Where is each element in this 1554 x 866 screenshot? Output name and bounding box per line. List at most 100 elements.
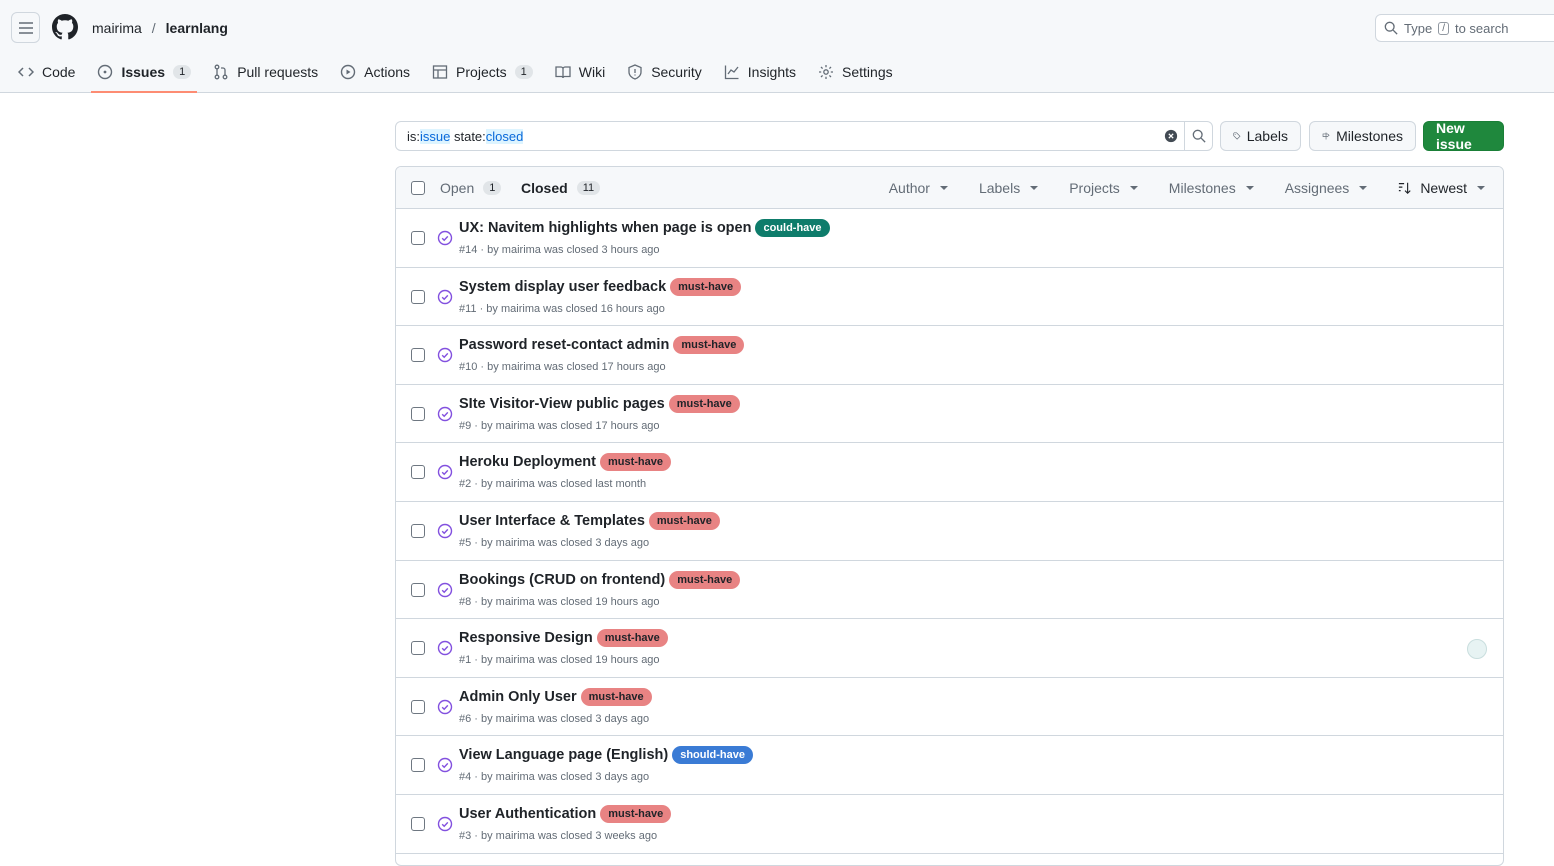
github-logo-icon[interactable] (52, 14, 78, 40)
triangle-down-icon (1030, 185, 1039, 190)
tab-issues[interactable]: Issues 1 (91, 58, 197, 93)
labels-button[interactable]: Labels (1220, 121, 1301, 151)
issue-label[interactable]: must-have (673, 336, 745, 355)
issue-checkbox[interactable] (411, 523, 425, 538)
filter-query[interactable]: is:issue state:closed (396, 128, 1158, 144)
issue-row[interactable]: System display user feedback must-have #11… (396, 268, 1503, 327)
issue-checkbox[interactable] (411, 465, 425, 480)
issue-label[interactable]: must-have (668, 394, 740, 413)
issue-row[interactable]: Admin Only User must-have #6 · by mairima … (396, 678, 1503, 737)
menu-button[interactable] (11, 12, 40, 43)
issue-label[interactable]: must-have (599, 453, 672, 472)
closed-label: Closed (521, 179, 568, 196)
projects-filter[interactable]: Projects (1069, 180, 1138, 196)
issue-checkbox[interactable] (411, 758, 425, 773)
clear-filter-button[interactable] (1158, 129, 1184, 143)
graph-icon (724, 65, 739, 80)
issue-label[interactable]: could-have (755, 219, 830, 237)
issue-title[interactable]: User Authentication (459, 806, 596, 822)
closed-issues-toggle[interactable]: Closed 11 (521, 179, 601, 196)
author-filter[interactable]: Author (889, 180, 948, 196)
tab-wiki[interactable]: Wiki (555, 58, 605, 86)
issue-filter-input[interactable]: is:issue state:closed (395, 121, 1213, 151)
open-issues-toggle[interactable]: Open 1 (440, 179, 502, 196)
assignee-avatar[interactable] (1467, 639, 1487, 660)
issue-row[interactable]: Bookings (CRUD on frontend) must-have #8 ·… (396, 561, 1503, 620)
breadcrumb: mairima / learnlang (92, 20, 228, 36)
issue-title[interactable]: UX: Navitem highlights when page is open (459, 220, 751, 236)
issue-row[interactable]: View Language page (English) should-have #… (396, 736, 1503, 795)
issue-row[interactable]: SIte Visitor-View public pages must-have #… (396, 385, 1503, 444)
assignees-filter[interactable]: Assignees (1285, 180, 1368, 196)
tab-label: Wiki (578, 64, 606, 80)
breadcrumb-repo[interactable]: learnlang (166, 20, 228, 36)
breadcrumb-owner[interactable]: mairima (92, 20, 142, 36)
issue-row[interactable]: Heroku Deployment must-have #2 · by mairim… (396, 443, 1503, 502)
issue-checkbox[interactable] (411, 348, 425, 363)
issue-meta: #9 · by mairima was closed 17 hours ago (459, 419, 660, 432)
milestones-button[interactable]: Milestones (1309, 121, 1416, 151)
tab-projects[interactable]: Projects 1 (432, 58, 533, 86)
select-all-checkbox[interactable] (411, 180, 425, 195)
tab-security[interactable]: Security (627, 58, 702, 86)
tab-actions[interactable]: Actions (340, 58, 410, 86)
issue-title-line: Heroku Deployment must-have (459, 453, 672, 472)
milestones-filter[interactable]: Milestones (1169, 180, 1254, 196)
issue-checkbox[interactable] (411, 699, 425, 714)
issue-title[interactable]: Heroku Deployment (459, 454, 596, 470)
filter-label: Assignees (1284, 179, 1350, 196)
tab-code[interactable]: Code (18, 58, 75, 86)
open-label: Open (440, 179, 475, 196)
issue-label[interactable]: must-have (580, 687, 652, 706)
issue-title[interactable]: Responsive Design (459, 630, 593, 646)
tab-label: Settings (842, 64, 893, 80)
issue-row[interactable]: User Interface & Templates must-have #5 · … (396, 502, 1503, 561)
issue-checkbox[interactable] (411, 406, 425, 421)
list-filters: Author Labels Projects Milestones Assign… (858, 180, 1485, 196)
issue-closed-icon (437, 230, 453, 246)
tab-pull-requests[interactable]: Pull requests (213, 58, 318, 86)
issue-title[interactable]: Password reset-contact admin (459, 337, 669, 353)
tab-settings[interactable]: Settings (818, 58, 893, 86)
hamburger-icon (18, 21, 33, 34)
issue-title[interactable]: Bookings (CRUD on frontend) (459, 572, 665, 588)
new-issue-button[interactable]: New issue (1423, 120, 1504, 152)
issue-title[interactable]: SIte Visitor-View public pages (459, 396, 665, 412)
tab-insights[interactable]: Insights (724, 58, 796, 86)
issue-title[interactable]: System display user feedback (459, 279, 666, 295)
global-search-input[interactable]: Type / to search (1375, 14, 1554, 42)
issue-label[interactable]: should-have (672, 746, 754, 765)
issue-checkbox[interactable] (411, 231, 425, 245)
sort-dropdown[interactable]: Newest (1398, 180, 1485, 196)
issue-label[interactable]: must-have (596, 629, 668, 648)
milestones-button-label: Milestones (1336, 128, 1403, 144)
triangle-down-icon (939, 185, 948, 190)
tag-icon (1233, 132, 1241, 140)
issue-row[interactable]: UX: Navitem highlights when page is open… (396, 209, 1503, 268)
issue-checkbox[interactable] (411, 289, 425, 304)
filter-search-button[interactable] (1184, 122, 1212, 150)
issue-label[interactable]: must-have (648, 511, 720, 530)
filter-label: Projects (1069, 179, 1120, 196)
issue-title[interactable]: User Interface & Templates (459, 513, 645, 529)
issue-opened-icon (98, 64, 113, 80)
issues-list: Open 1 Closed 11 Author Labels Projects … (395, 166, 1504, 866)
issue-label[interactable]: must-have (600, 804, 672, 823)
labels-filter[interactable]: Labels (979, 180, 1039, 196)
play-icon (340, 64, 356, 80)
issue-title[interactable]: View Language page (English) (459, 747, 668, 763)
issue-checkbox[interactable] (411, 641, 425, 656)
issue-row[interactable]: User Authentication must-have #3 · by mair… (396, 795, 1503, 854)
triangle-down-icon (1359, 185, 1368, 190)
new-issue-button-label: New issue (1436, 120, 1472, 152)
app-header: mairima / learnlang Type / to search Code … (0, 0, 1554, 93)
issue-checkbox[interactable] (411, 582, 425, 597)
issue-row[interactable]: Password reset-contact admin must-have #10… (396, 326, 1503, 385)
issue-row[interactable]: Responsive Design must-have #1 · by mairim… (396, 619, 1503, 678)
issue-title[interactable]: Admin Only User (459, 689, 577, 705)
sort-desc-icon (1399, 182, 1411, 194)
issue-label[interactable]: must-have (669, 570, 741, 589)
issue-meta: #3 · by mairima was closed 3 weeks ago (459, 829, 658, 842)
issue-label[interactable]: must-have (670, 277, 742, 296)
issue-checkbox[interactable] (411, 816, 425, 831)
